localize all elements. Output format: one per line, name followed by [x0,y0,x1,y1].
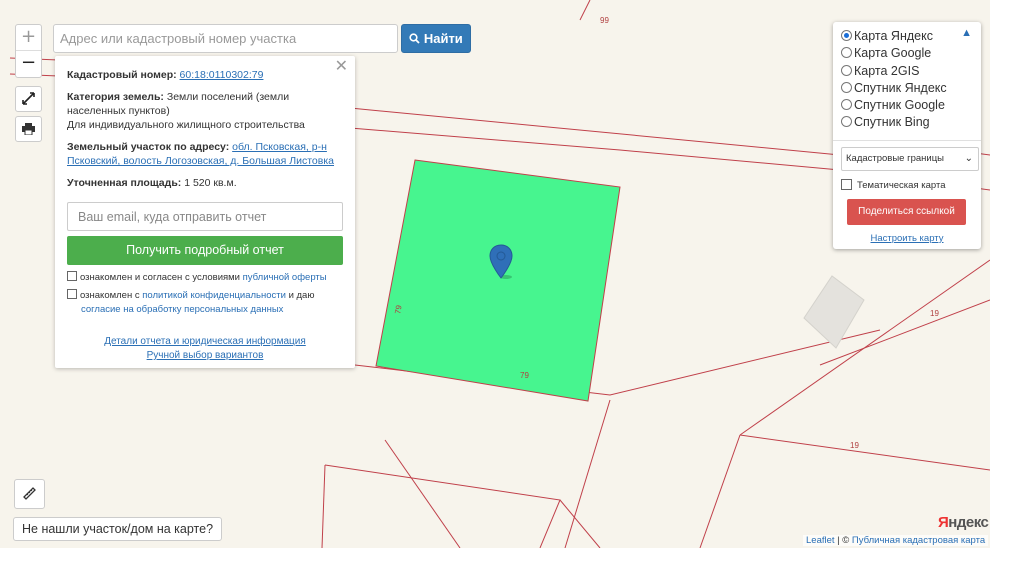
print-icon [22,123,35,136]
leaflet-link[interactable]: Leaflet [806,535,835,546]
radio-button[interactable] [841,47,852,59]
area-value: 1 520 кв.м. [184,177,237,189]
attribution: Leaflet | © Публичная кадастровая карта [803,535,989,546]
radio-button[interactable] [841,30,852,41]
area-row: Уточненная площадь: 1 520 кв.м. [67,176,343,190]
popup-links: Детали отчета и юридическая информация Р… [67,335,343,363]
cadastral-label: Кадастровый номер: [67,69,177,81]
cadastral-map-link[interactable]: Публичная кадастровая карта [852,535,985,546]
parcel-info-popup: ✕ Кадастровый номер: 60:18:0110302:79 Ка… [55,56,355,368]
address-row: Земельный участок по адресу: обл. Псковс… [67,140,343,168]
consent-text: ознакомлен и согласен с условиями [80,272,240,283]
search-icon [409,33,420,44]
layers-panel: ▲ Карта Яндекс Карта Google Карта 2GIS С… [833,22,981,249]
layer-label: Карта Google [854,46,932,61]
layer-label: Спутник Google [854,98,945,113]
measure-button[interactable] [14,479,45,509]
search-input[interactable] [53,24,398,53]
radio-button[interactable] [841,64,852,76]
chevron-up-icon[interactable]: ▲ [961,27,972,39]
usage-text: Для индивидуального жилищного строительс… [67,119,305,131]
location-marker-icon[interactable] [489,244,513,280]
layer-option-yandex-map[interactable]: Карта Яндекс [841,28,973,45]
privacy-checkbox[interactable] [67,289,77,299]
share-link-button[interactable]: Поделиться ссылкой [847,198,966,225]
radio-button[interactable] [841,99,852,111]
plot-number: 19 [850,441,859,450]
address-label: Земельный участок по адресу: [67,141,230,153]
layer-label: Карта Яндекс [854,29,933,43]
layer-option-bing-satellite[interactable]: Спутник Bing [841,114,973,131]
close-icon[interactable]: ✕ [335,59,348,75]
thematic-checkbox[interactable] [841,178,852,190]
zoom-out-button[interactable]: − [16,51,41,77]
plot-number: 79 [393,304,404,315]
plot-number: 19 [930,309,939,318]
area-label: Уточненная площадь: [67,177,182,189]
layer-option-google-map[interactable]: Карта Google [841,45,973,62]
layer-label: Спутник Bing [854,115,930,130]
chevron-down-icon: ⌄ [964,152,973,164]
offer-consent: ознакомлен и согласен с условиями публич… [67,271,343,285]
plot-number: 79 [520,371,529,380]
attribution-separator: | © [834,535,852,546]
overlay-select-value: Кадастровые границы [846,152,944,164]
not-found-button[interactable]: Не нашли участок/дом на карте? [13,517,223,541]
selected-parcel [375,159,621,402]
radio-button[interactable] [841,116,852,128]
zoom-control: + − [15,24,42,78]
fullscreen-button[interactable] [15,86,42,112]
expand-icon [22,92,35,105]
find-button-label: Найти [423,31,463,46]
privacy-policy-link[interactable]: политикой конфиденциальности [142,290,286,301]
settings-link[interactable]: Настроить карту [841,233,973,244]
consent-text: и даю [288,290,315,301]
category-row: Категория земель: Земли поселений (земли… [67,90,343,132]
get-report-button[interactable]: Получить подробный отчет [67,236,343,265]
yandex-logo: Яндекс [938,514,989,531]
find-button[interactable]: Найти [401,24,471,53]
overlay-select[interactable]: Кадастровые границы ⌄ [841,146,979,171]
layer-label: Спутник Яндекс [854,80,947,95]
offer-checkbox[interactable] [67,271,77,281]
cadastral-row: Кадастровый номер: 60:18:0110302:79 [67,68,343,82]
consent-text: ознакомлен с [80,290,140,301]
divider [833,139,981,141]
layer-option-google-satellite[interactable]: Спутник Google [841,97,973,114]
thematic-label: Тематическая карта [857,179,946,191]
plot-number: 99 [600,16,609,25]
offer-link[interactable]: публичной оферты [243,272,327,283]
radio-button[interactable] [841,81,852,93]
ruler-icon [22,487,36,500]
layer-option-2gis-map[interactable]: Карта 2GIS [841,63,973,80]
cadastral-number-link[interactable]: 60:18:0110302:79 [180,69,264,81]
print-button[interactable] [15,116,42,142]
manual-select-link[interactable]: Ручной выбор вариантов [147,350,264,361]
thematic-map-toggle[interactable]: Тематическая карта [841,178,973,191]
layer-label: Карта 2GIS [854,63,920,78]
category-label: Категория земель: [67,91,164,103]
layer-option-yandex-satellite[interactable]: Спутник Яндекс [841,80,973,97]
zoom-in-button[interactable]: + [16,25,41,51]
privacy-consent: ознакомлен с политикой конфиденциальност… [67,289,343,317]
email-field[interactable] [67,202,343,231]
details-link[interactable]: Детали отчета и юридическая информация [104,336,306,347]
logo-text: ндекс [948,514,989,531]
personal-data-link[interactable]: согласие на обработку персональных данны… [81,304,283,315]
